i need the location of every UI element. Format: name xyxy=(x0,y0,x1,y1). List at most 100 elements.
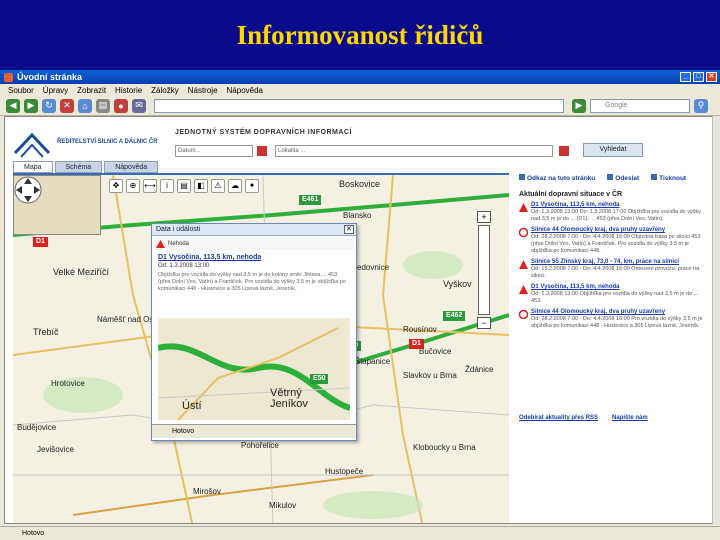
measure-tool-icon[interactable]: ⟷ xyxy=(143,179,157,193)
no-entry-icon xyxy=(519,228,528,237)
link-to-page-label: Odkaz na tuto stránku xyxy=(527,175,596,182)
layer-tool-icon[interactable]: ◧ xyxy=(194,179,208,193)
mail-icon[interactable]: ✉ xyxy=(132,98,146,113)
pan-control-icon[interactable] xyxy=(13,175,43,205)
close-button[interactable]: ✕ xyxy=(706,72,717,82)
web-page: ŘEDITELSTVÍ SILNIC A DÁLNIC ČR JEDNOTNÝ … xyxy=(4,116,714,524)
event-description: Od: 15.2.2008 7:00 - Do: 4.4.2008 16:00 … xyxy=(531,266,700,279)
zoom-out-button[interactable]: − xyxy=(477,317,491,329)
print-icon xyxy=(651,174,658,180)
map-label: Ždánice xyxy=(465,365,494,374)
zoom-tool-icon[interactable]: ⊕ xyxy=(126,179,140,193)
back-icon[interactable]: ◀ xyxy=(6,98,20,113)
menu-file[interactable]: Soubor xyxy=(8,86,34,95)
menu-history[interactable]: Historie xyxy=(115,86,142,95)
reload-icon[interactable]: ↻ xyxy=(42,98,56,113)
search-button[interactable]: Vyhledat xyxy=(583,143,643,157)
menu-view[interactable]: Zobrazit xyxy=(77,86,106,95)
menu-bookmarks[interactable]: Záložky xyxy=(151,86,179,95)
popup-detail-map[interactable]: Ústí Větrný Jeníkov E50 xyxy=(158,318,350,420)
popup-close-button[interactable]: ✕ xyxy=(344,225,354,234)
road-shield: D1 xyxy=(409,339,424,349)
zoom-slider[interactable] xyxy=(478,225,490,315)
calendar-icon[interactable] xyxy=(257,146,267,156)
maximize-button[interactable]: □ xyxy=(693,72,704,82)
print-tool-icon[interactable]: ▤ xyxy=(177,179,191,193)
map-label: Rousínov xyxy=(403,325,437,334)
menu-edit[interactable]: Úpravy xyxy=(43,86,68,95)
map-label: Pohořelice xyxy=(241,441,279,450)
map-label: Šlapanice xyxy=(355,357,391,366)
weather-tool-icon[interactable]: ☁ xyxy=(228,179,242,193)
menu-help[interactable]: Nápověda xyxy=(227,86,263,95)
popup-subheader-label: Nehoda xyxy=(168,241,190,247)
traffic-map[interactable]: ✥ ⊕ ⟷ i ▤ ◧ ⚠ ☁ ✦ + − Boskovice Velké Me… xyxy=(13,173,509,523)
warning-icon xyxy=(519,203,528,212)
no-entry-icon xyxy=(519,310,528,319)
map-tools: ✥ ⊕ ⟷ i ▤ ◧ ⚠ ☁ ✦ xyxy=(109,179,259,193)
map-label: Jedovnice xyxy=(353,263,390,272)
calendar-icon[interactable] xyxy=(559,146,569,156)
link-to-page[interactable]: Odkaz na tuto stránku xyxy=(519,174,595,182)
go-icon[interactable]: ▶ xyxy=(572,98,586,113)
event-description: Od: 28.2.2008 7:00 - Do: 4.4.2008 16:00 … xyxy=(531,234,701,254)
send-label: Odeslat xyxy=(615,175,640,182)
minimize-button[interactable]: _ xyxy=(680,72,691,82)
sidebar-heading: Aktuální dopravní situace v ČR xyxy=(519,191,623,198)
map-label: Mikulov xyxy=(269,501,297,510)
print-link[interactable]: Tisknout xyxy=(651,174,686,182)
browser-titlebar: Úvodní stránka _ □ ✕ xyxy=(0,70,720,84)
settings-tool-icon[interactable]: ✦ xyxy=(245,179,259,193)
search-icon[interactable]: ⚲ xyxy=(694,98,708,113)
event-title: Silnice 44 Olomoucký kraj, dva pruhy uza… xyxy=(531,227,666,233)
event-title: D1 Vysočina, 113,5 km, nehoda xyxy=(531,284,620,290)
date-input[interactable]: Datum... xyxy=(175,145,253,157)
rss-link[interactable]: Odebírat aktuality přes RSS xyxy=(519,415,598,421)
events-sidebar: Odkaz na tuto stránku Odeslat Tisknout A… xyxy=(515,173,705,523)
home-icon[interactable]: ⌂ xyxy=(78,98,92,113)
warning-icon xyxy=(156,240,165,248)
print-icon[interactable]: ▤ xyxy=(96,98,110,113)
sidebar-actions: Odkaz na tuto stránku Odeslat Tisknout xyxy=(515,173,705,183)
event-description: Od: 1.3.2008 13:00 Do: 1.3.2008 17:00 Ob… xyxy=(531,209,702,222)
contact-link[interactable]: Napište nám xyxy=(612,415,648,421)
road-shield: E461 xyxy=(299,195,322,205)
stop-icon[interactable]: ✕ xyxy=(60,98,74,113)
map-label: Třebíč xyxy=(33,327,59,337)
info-tool-icon[interactable]: i xyxy=(160,179,174,193)
rsd-logo-icon xyxy=(13,132,51,158)
popup-subheader: Nehoda xyxy=(154,238,354,250)
event-item[interactable]: D1 Vysočina, 113,5 km, nehoda Od: 1.3.20… xyxy=(515,202,705,223)
popup-map-label: Větrný Jeníkov xyxy=(270,387,308,410)
menu-tools[interactable]: Nástroje xyxy=(188,86,218,95)
event-item[interactable]: Silnice 44 Olomoucký kraj, dva pruhy uza… xyxy=(515,227,705,255)
search-input[interactable]: Google xyxy=(590,98,690,113)
slide-title: Informovanost řidičů xyxy=(236,19,484,50)
tab-map[interactable]: Mapa xyxy=(13,161,53,173)
site-header: ŘEDITELSTVÍ SILNIC A DÁLNIC ČR JEDNOTNÝ … xyxy=(5,117,705,175)
send-link[interactable]: Odeslat xyxy=(607,174,639,182)
event-detail-popup: Data i události ✕ Nehoda D1 Vysočina, 11… xyxy=(151,223,357,441)
map-label: Velké Meziříčí xyxy=(53,267,110,277)
traffic-tool-icon[interactable]: ⚠ xyxy=(211,179,225,193)
popup-event-description: Objížďka pro vozidla do výšky nad 3,5 m … xyxy=(158,272,346,292)
zoom-in-button[interactable]: + xyxy=(477,211,491,223)
tab-schema[interactable]: Schéma xyxy=(54,161,103,173)
map-label: Hustopeče xyxy=(325,467,364,476)
browser-statusbar: Hotovo xyxy=(0,526,720,540)
pan-tool-icon[interactable]: ✥ xyxy=(109,179,123,193)
map-label: Hrotovice xyxy=(51,379,85,388)
location-input[interactable]: Lokalita ... xyxy=(275,145,553,157)
map-label: Budějovice xyxy=(17,423,57,432)
road-shield: E462 xyxy=(443,311,466,321)
popup-event-title[interactable]: D1 Vysočina, 113,5 km, nehoda xyxy=(158,254,261,261)
addon-icon[interactable]: ● xyxy=(114,98,128,113)
system-title: JEDNOTNÝ SYSTÉM DOPRAVNÍCH INFORMACÍ xyxy=(175,129,352,136)
page-scrollbar[interactable] xyxy=(712,116,720,524)
tab-help[interactable]: Nápověda xyxy=(104,161,159,173)
event-item[interactable]: D1 Vysočina, 113,5 km, nehoda Od: 1.3.20… xyxy=(515,284,705,305)
address-bar[interactable] xyxy=(154,98,564,113)
event-item[interactable]: Silnice 55 Zlínský kraj, 73,0 - 74, km, … xyxy=(515,259,705,280)
forward-icon[interactable]: ▶ xyxy=(24,98,38,113)
event-item[interactable]: Silnice 44 Olomoucký kraj, dva pruhy uza… xyxy=(515,309,705,330)
